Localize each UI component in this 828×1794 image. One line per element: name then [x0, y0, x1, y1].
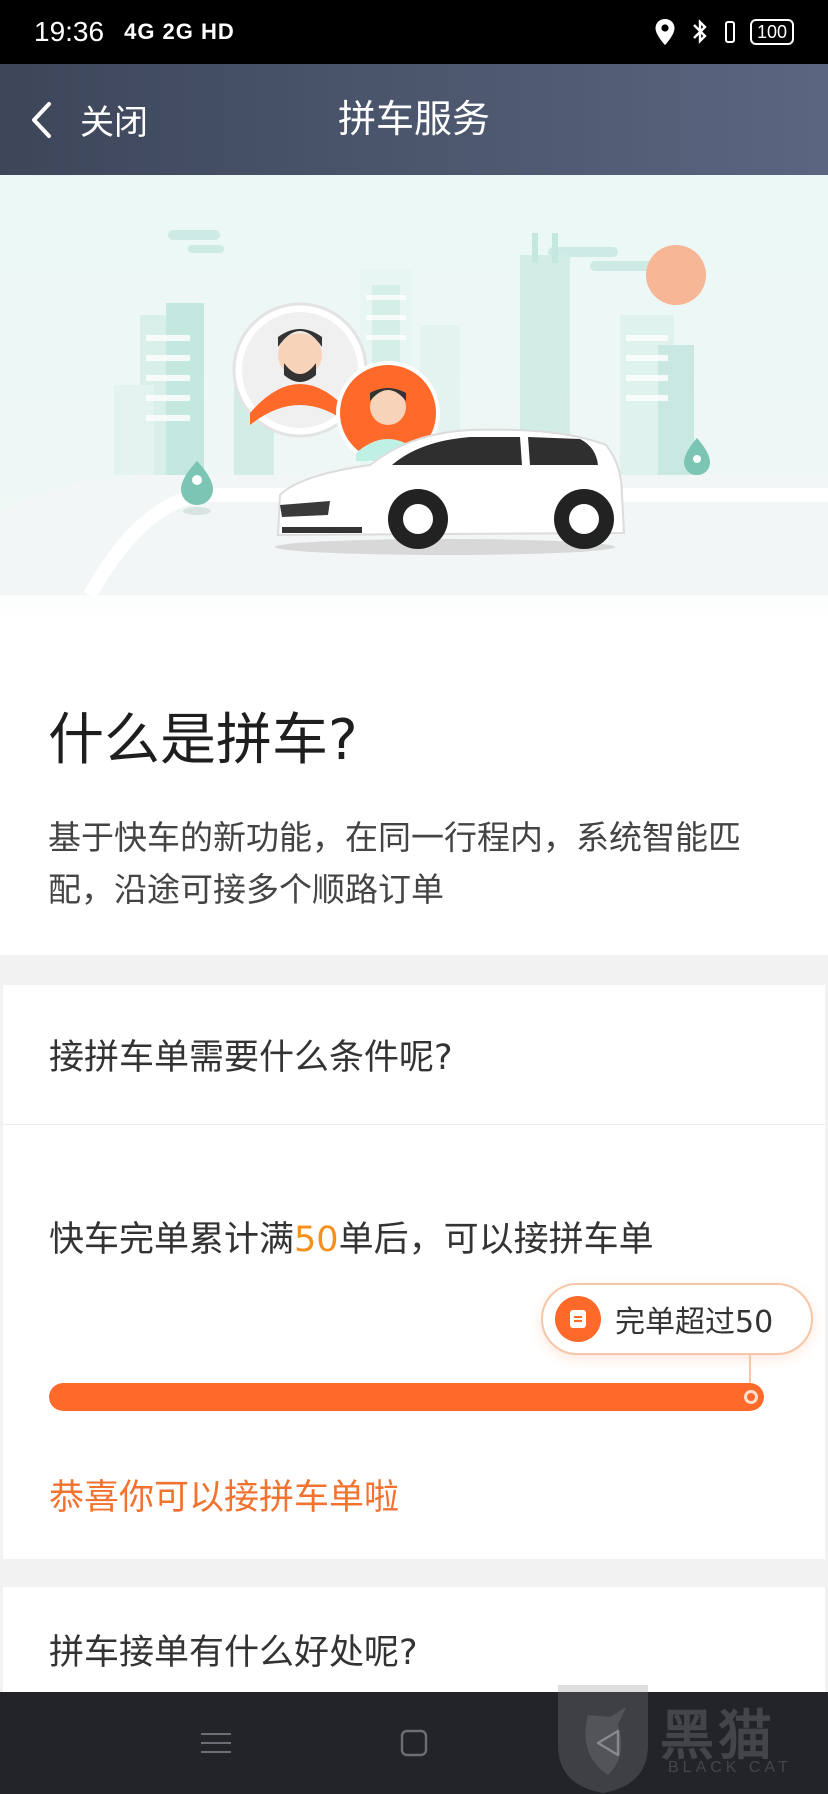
intro-description: 基于快车的新功能，在同一行程内，系统智能匹配，沿途可接多个顺路订单	[48, 818, 741, 909]
chevron-left-icon	[32, 101, 51, 138]
cat-logo-icon	[558, 1685, 648, 1793]
condition-text-suffix: 单后，可以接拼车单	[338, 1220, 654, 1260]
watermark-subtext: BLACK CAT	[668, 1759, 792, 1776]
battery-indicator: 100	[749, 19, 794, 45]
progress-bar	[49, 1383, 764, 1411]
congrats-text: 恭喜你可以接拼车单啦	[49, 1478, 400, 1518]
watermark: 黑猫 BLACK CAT	[548, 1675, 828, 1794]
network-indicator: 4G 2G HD	[124, 19, 235, 44]
vibrate-icon	[724, 21, 735, 43]
status-bar: 19:36 4G 2G HD 100	[0, 0, 828, 64]
square-icon	[400, 1729, 428, 1757]
hero-illustration	[0, 175, 828, 625]
status-icons: 100	[654, 18, 794, 46]
condition-card-title: 接拼车单需要什么条件呢?	[3, 985, 825, 1125]
carpool-illustration	[0, 230, 828, 599]
condition-card: 接拼车单需要什么条件呢? 快车完单累计满50单后，可以接拼车单 完单超过50 恭…	[3, 985, 825, 1559]
menu-button[interactable]	[171, 1692, 261, 1794]
intro-section: 什么是拼车? 基于快车的新功能，在同一行程内，系统智能匹配，沿途可接多个顺路订单	[0, 625, 828, 955]
location-icon	[655, 19, 675, 45]
bluetooth-icon	[693, 19, 707, 44]
menu-icon	[201, 1733, 231, 1753]
nav-bar: 关闭 拼车服务	[0, 64, 828, 175]
progress-marker	[744, 1390, 758, 1404]
condition-count-highlight: 50	[294, 1220, 339, 1260]
close-button[interactable]: 关闭	[30, 64, 200, 175]
order-icon	[555, 1296, 601, 1342]
milestone-bubble: 完单超过50	[541, 1283, 813, 1355]
close-label: 关闭	[80, 103, 148, 143]
condition-text: 快车完单累计满50单后，可以接拼车单	[49, 1211, 654, 1262]
home-button[interactable]	[369, 1692, 459, 1794]
status-time: 19:36	[34, 16, 105, 47]
intro-title: 什么是拼车?	[48, 708, 358, 773]
progress-fill	[49, 1383, 764, 1411]
condition-text-prefix: 快车完单累计满	[49, 1220, 295, 1260]
milestone-label: 完单超过50	[615, 1305, 774, 1340]
